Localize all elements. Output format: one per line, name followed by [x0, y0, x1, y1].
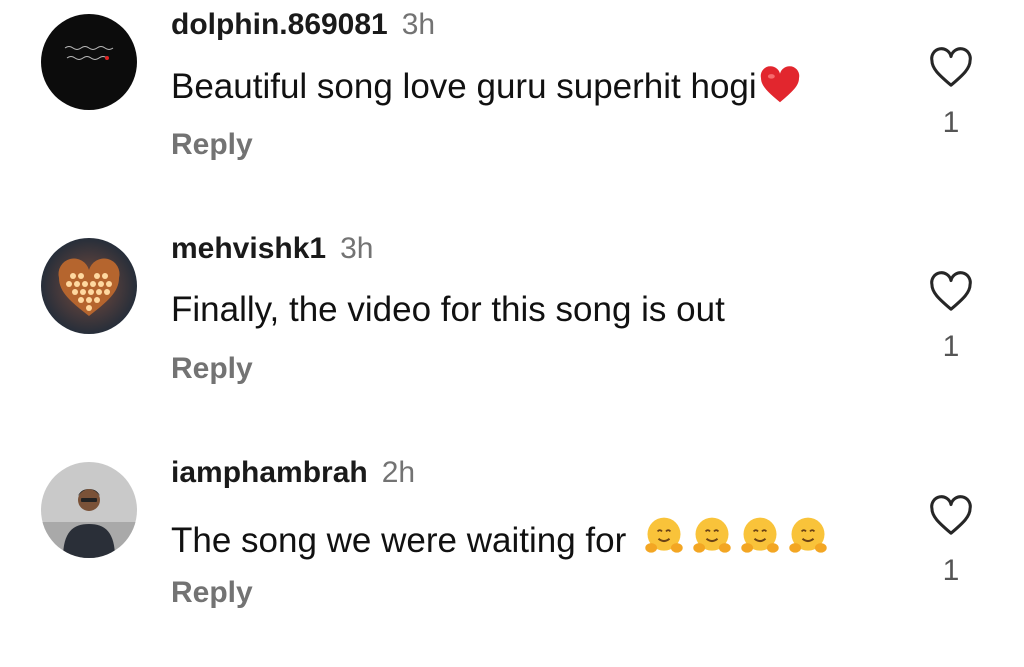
comment-item: dolphin.869081 3h Beautiful song love gur… [0, 0, 1024, 200]
timestamp: 2h [381, 456, 416, 489]
comment-text: Finally, the video for this song is out [171, 290, 725, 329]
emoji-group [636, 517, 830, 560]
username[interactable]: mehvishk1 [171, 232, 326, 265]
reply-button[interactable]: Reply [171, 128, 253, 162]
heart-outline-icon [930, 271, 972, 311]
username[interactable]: iamphambrah [171, 456, 368, 489]
avatar[interactable] [41, 238, 137, 334]
like-count: 1 [942, 554, 960, 587]
reply-button[interactable]: Reply [171, 352, 253, 386]
comment-header: mehvishk1 3h [171, 232, 373, 266]
hugging-face-icon [738, 514, 782, 567]
like-count: 1 [942, 106, 960, 139]
comment-text: The song we were waiting for [171, 514, 830, 567]
avatar-image [41, 238, 137, 334]
comment-header: iamphambrah 2h [171, 456, 415, 490]
comment-text-content: Beautiful song love guru superhit hogi [171, 67, 757, 106]
hugging-face-icon [690, 514, 734, 567]
heart-outline-icon [930, 495, 972, 535]
heart-outline-icon [930, 47, 972, 87]
comment-text-content: The song we were waiting for [171, 521, 636, 560]
red-heart-icon [759, 66, 801, 113]
like-button[interactable] [928, 495, 974, 537]
comment-header: dolphin.869081 3h [171, 8, 435, 42]
like-button[interactable] [928, 47, 974, 89]
comment-item: iamphambrah 2h The song we were waiting f… [0, 448, 1024, 648]
avatar-image [41, 462, 137, 558]
username[interactable]: dolphin.869081 [171, 8, 388, 41]
reply-button[interactable]: Reply [171, 576, 253, 610]
comment-item: mehvishk1 3h Finally, the video for this … [0, 224, 1024, 424]
avatar-image [41, 14, 137, 110]
avatar[interactable] [41, 14, 137, 110]
hugging-face-icon [786, 514, 830, 567]
timestamp: 3h [340, 232, 374, 265]
timestamp: 3h [401, 8, 436, 41]
like-count: 1 [942, 330, 960, 363]
hugging-face-icon [642, 514, 686, 567]
avatar[interactable] [41, 462, 137, 558]
like-button[interactable] [928, 271, 974, 313]
comment-text: Beautiful song love guru superhit hogi [171, 66, 801, 113]
